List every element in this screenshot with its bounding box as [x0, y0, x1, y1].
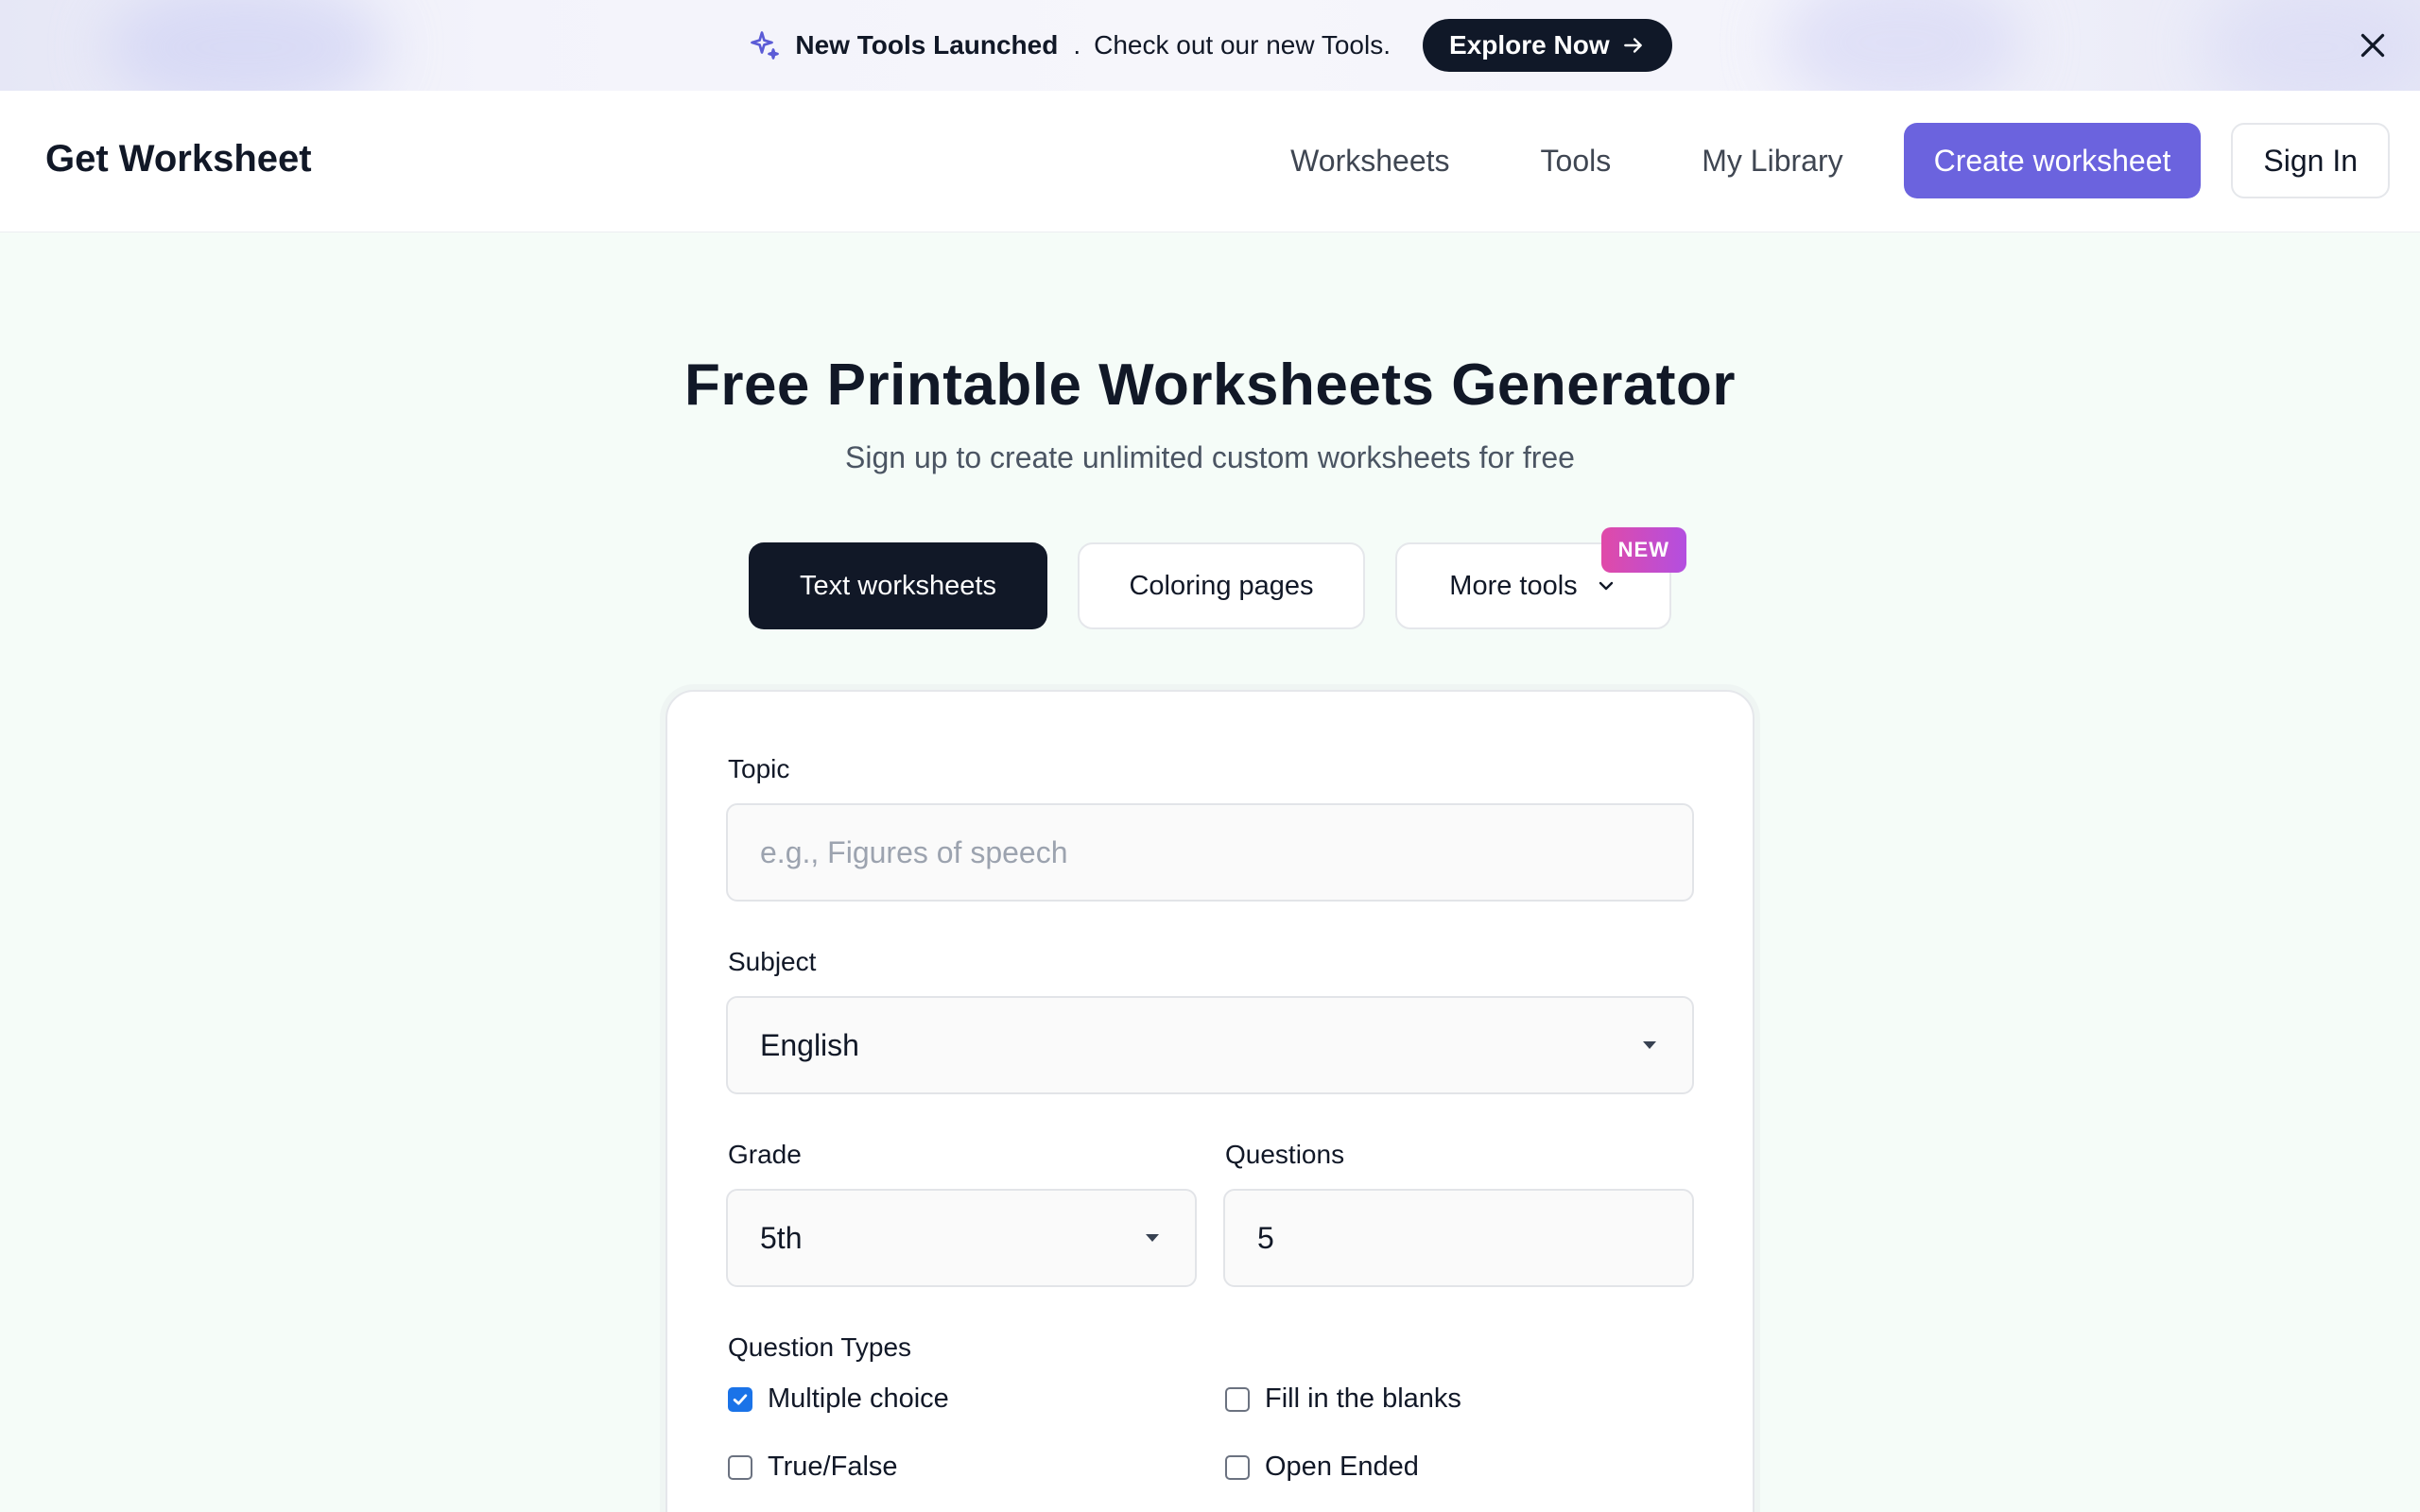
site-logo[interactable]: Get Worksheet [45, 138, 312, 180]
checkbox-true-false[interactable]: True/False [728, 1452, 898, 1483]
checkbox-multiple-choice[interactable]: Multiple choice [728, 1383, 949, 1415]
grade-label: Grade [728, 1140, 802, 1169]
subject-select[interactable]: English [726, 996, 1694, 1094]
topic-input[interactable]: e.g., Figures of speech [726, 803, 1694, 902]
dropdown-caret-icon [1643, 1041, 1656, 1049]
banner-text: Check out our new Tools. [1094, 30, 1392, 60]
close-icon[interactable] [2356, 28, 2390, 62]
dropdown-caret-icon [1146, 1234, 1159, 1242]
nav-my-library[interactable]: My Library [1702, 144, 1842, 179]
arrow-right-icon [1623, 38, 1642, 53]
checkbox-fill-in-the-blanks[interactable]: Fill in the blanks [1225, 1383, 1461, 1415]
explore-now-button[interactable]: Explore Now [1423, 19, 1672, 72]
banner-title: New Tools Launched [795, 30, 1059, 60]
new-badge: NEW [1600, 527, 1686, 573]
tab-more-tools-label: More tools [1449, 570, 1578, 601]
grade-select[interactable]: 5th [726, 1189, 1197, 1287]
checkbox-unchecked-icon[interactable] [1225, 1454, 1250, 1480]
nav-tools[interactable]: Tools [1541, 144, 1612, 179]
true-false-label: True/False [768, 1452, 898, 1482]
page-title: Free Printable Worksheets Generator [683, 352, 1737, 418]
tab-text-worksheets[interactable]: Text worksheets [749, 542, 1047, 629]
chevron-down-icon [1599, 581, 1613, 591]
question-types-label: Question Types [728, 1332, 912, 1362]
nav-worksheets[interactable]: Worksheets [1290, 144, 1449, 179]
subject-label: Subject [728, 947, 817, 976]
banner-separator: . [1073, 30, 1081, 60]
questions-label: Questions [1225, 1140, 1345, 1169]
tab-coloring-pages[interactable]: Coloring pages [1078, 542, 1365, 629]
worksheet-type-tabs: Text worksheets Coloring pages More tool… [749, 527, 1686, 629]
checkbox-unchecked-icon[interactable] [728, 1454, 752, 1480]
grade-value: 5th [760, 1220, 803, 1255]
worksheet-form-card: Topic e.g., Figures of speech Subject En… [666, 690, 1754, 1512]
main-nav: Worksheets Tools My Library Create works… [1290, 123, 2390, 198]
site-header: Get Worksheet Worksheets Tools My Librar… [0, 91, 2420, 232]
explore-now-label: Explore Now [1449, 30, 1610, 60]
page-subtitle: Sign up to create unlimited custom works… [845, 440, 1575, 474]
sign-in-button[interactable]: Sign In [2231, 123, 2390, 198]
tab-more-tools[interactable]: More tools NEW [1395, 527, 1686, 629]
checkbox-unchecked-icon[interactable] [1225, 1386, 1250, 1412]
checkbox-open-ended[interactable]: Open Ended [1225, 1452, 1419, 1483]
topic-label: Topic [728, 754, 790, 783]
fill-in-the-blanks-label: Fill in the blanks [1265, 1383, 1461, 1414]
announcement-banner: New Tools Launched . Check out our new T… [0, 0, 2420, 91]
sparkle-icon [748, 28, 782, 62]
questions-input[interactable]: 5 [1223, 1189, 1694, 1287]
checkbox-checked-icon[interactable] [728, 1386, 752, 1412]
create-worksheet-button[interactable]: Create worksheet [1903, 123, 2202, 198]
multiple-choice-label: Multiple choice [768, 1383, 949, 1414]
subject-value: English [760, 1027, 859, 1062]
open-ended-label: Open Ended [1265, 1452, 1419, 1482]
